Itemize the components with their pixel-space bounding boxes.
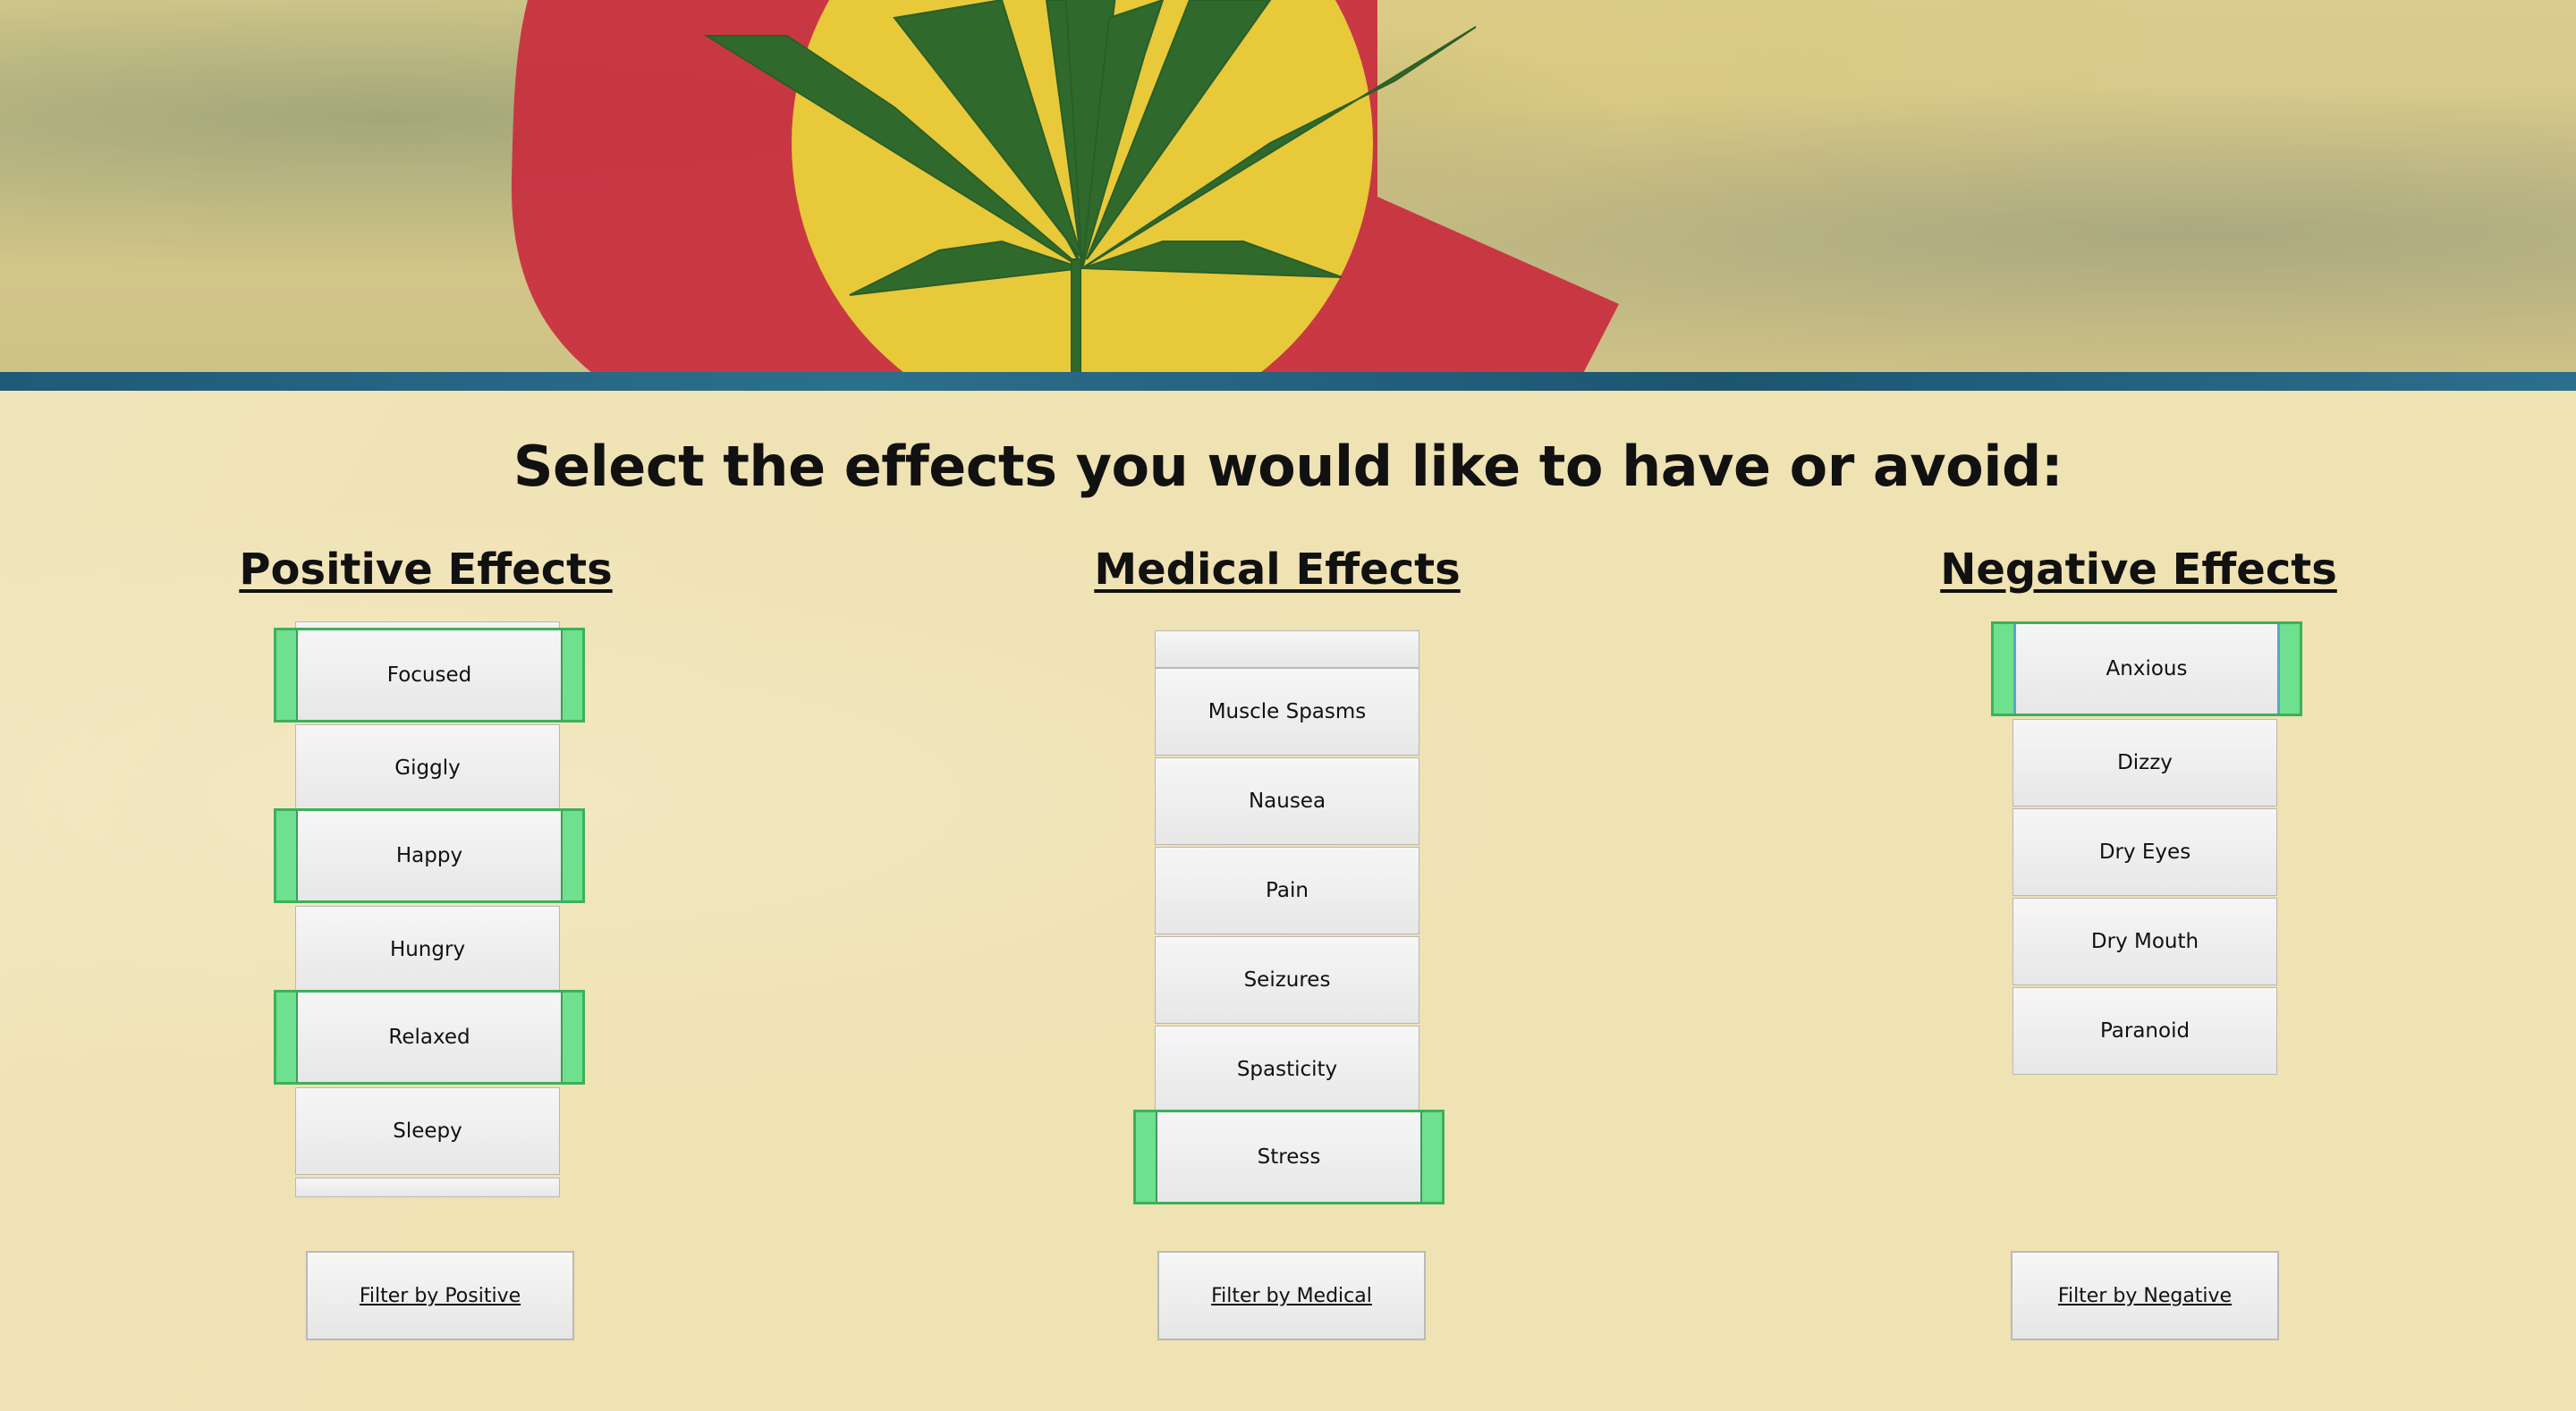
option-label: Focused [296,630,563,720]
option-focused[interactable]: Focused [274,628,585,722]
option-dry-eyes[interactable]: Dry Eyes [2012,808,2277,896]
option-anxious[interactable]: Anxious [1991,621,2302,716]
option-relaxed[interactable]: Relaxed [274,990,585,1085]
option-spasticity[interactable]: Spasticity [1155,1026,1419,1113]
option-label: Relaxed [296,993,563,1082]
option-label: Anxious [2013,624,2280,714]
positive-effects-listbox[interactable]: Focused Giggly Happy Hungry Relaxed Slee… [274,621,585,1213]
effects-section: Select the effects you would like to hav… [0,391,2576,1411]
negative-effects-listbox[interactable]: Anxious Dizzy Dry Eyes Dry Mouth Paranoi… [1991,621,2302,1213]
filter-negative-button[interactable]: Filter by Negative [2011,1251,2279,1340]
medical-effects-title: Medical Effects [1094,545,1461,595]
positive-effects-title: Positive Effects [239,545,613,595]
option-stress[interactable]: Stress [1133,1110,1445,1204]
option-nausea[interactable]: Nausea [1155,757,1419,845]
listbox-option-partial [1155,630,1419,668]
option-paranoid[interactable]: Paranoid [2012,987,2277,1075]
negative-effects-title: Negative Effects [1940,545,2337,595]
medical-effects-listbox[interactable]: Muscle Spasms Nausea Pain Seizures Spast… [1133,630,1445,1213]
option-dry-mouth[interactable]: Dry Mouth [2012,898,2277,985]
filter-positive-button[interactable]: Filter by Positive [306,1251,574,1340]
option-muscle-spasms[interactable]: Muscle Spasms [1155,668,1419,756]
option-pain[interactable]: Pain [1155,847,1419,934]
option-giggly[interactable]: Giggly [295,724,560,812]
colorado-flag-leaf-icon [511,0,1619,391]
option-label: Stress [1156,1112,1422,1202]
header-banner [0,0,2576,391]
option-sleepy[interactable]: Sleepy [295,1087,560,1175]
banner-stripe [0,372,2576,391]
option-seizures[interactable]: Seizures [1155,936,1419,1024]
page-heading: Select the effects you would like to hav… [513,434,2063,499]
option-hungry[interactable]: Hungry [295,906,560,993]
option-dizzy[interactable]: Dizzy [2012,719,2277,807]
option-label: Happy [296,811,563,900]
listbox-option-partial [295,1178,560,1197]
filter-medical-button[interactable]: Filter by Medical [1157,1251,1426,1340]
option-happy[interactable]: Happy [274,808,585,903]
